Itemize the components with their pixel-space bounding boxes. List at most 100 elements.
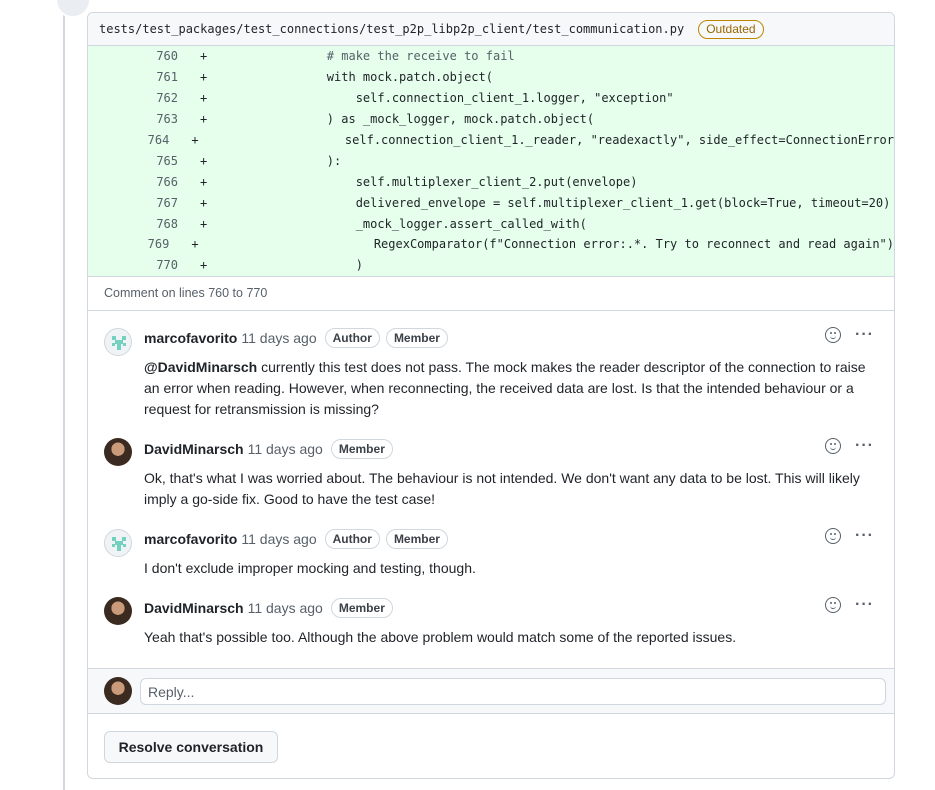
user-mention[interactable]: @DavidMinarsch (144, 359, 257, 375)
code-line: ): (269, 153, 342, 168)
diff-line: 760 + # make the receive to fail (88, 46, 894, 67)
review-comment: marcofavorito 11 days ago Author Member … (88, 527, 894, 582)
file-path[interactable]: tests/test_packages/test_connections/tes… (99, 22, 684, 36)
resolve-conversation-button[interactable]: Resolve conversation (104, 731, 278, 763)
comment-header: marcofavorito 11 days ago Author Member (144, 528, 878, 550)
comment-timestamp[interactable]: 11 days ago (241, 531, 316, 547)
comment-body: Ok, that's what I was worried about. The… (144, 469, 860, 507)
member-badge: Member (385, 327, 448, 348)
comment-timestamp[interactable]: 11 days ago (241, 330, 316, 346)
diff-line: 764 + self.connection_client_1._reader, … (88, 130, 894, 151)
line-number[interactable]: 762 (88, 91, 178, 105)
file-header: tests/test_packages/test_connections/tes… (88, 13, 894, 46)
comment-header: DavidMinarsch 11 days ago Member (144, 597, 878, 619)
code-line: self.connection_client_1.logger, "except… (269, 91, 674, 106)
diff-sign: + (200, 258, 208, 273)
line-number[interactable]: 763 (88, 112, 178, 126)
diff-sign: + (200, 216, 208, 231)
more-options-icon[interactable]: ··· (855, 326, 874, 342)
add-reaction-icon[interactable] (825, 326, 842, 343)
comment-body: @DavidMinarsch currently this test does … (144, 357, 878, 420)
avatar[interactable] (104, 437, 132, 466)
line-number[interactable]: 766 (88, 175, 178, 189)
line-number[interactable]: 761 (88, 70, 178, 84)
comment-body: I don't exclude improper mocking and tes… (144, 559, 476, 576)
more-options-icon[interactable]: ··· (855, 527, 874, 543)
comment-author[interactable]: DavidMinarsch (144, 441, 244, 457)
diff-sign: + (200, 91, 208, 106)
diff-line: 766 + self.multiplexer_client_2.put(enve… (88, 171, 894, 192)
line-number[interactable]: 765 (88, 154, 178, 168)
identicon-icon (112, 335, 126, 350)
line-number[interactable]: 770 (88, 258, 178, 272)
diff-line: 762 + self.connection_client_1.logger, "… (88, 88, 894, 109)
outdated-badge: Outdated (698, 19, 764, 39)
comment-author[interactable]: DavidMinarsch (144, 600, 244, 616)
diff-line: 770 + ) (88, 255, 894, 276)
line-number[interactable]: 764 (88, 133, 170, 147)
diff-line: 769 + RegexComparator(f"Connection error… (88, 234, 894, 255)
comment-actions: ··· (825, 527, 874, 544)
author-badge: Author (324, 528, 380, 549)
line-number[interactable]: 768 (88, 217, 178, 231)
code-line: self.multiplexer_client_2.put(envelope) (269, 174, 638, 189)
code-line: with mock.patch.object( (269, 70, 493, 85)
comment-on-lines: Comment on lines 760 to 770 (88, 275, 894, 311)
diff-sign: + (200, 70, 208, 85)
more-options-icon[interactable]: ··· (855, 596, 874, 612)
diff-line: 765 + ): (88, 150, 894, 171)
member-badge: Member (330, 438, 393, 459)
comment-author[interactable]: marcofavorito (144, 531, 237, 547)
avatar[interactable] (104, 528, 132, 557)
add-reaction-icon[interactable] (825, 437, 842, 454)
more-options-icon[interactable]: ··· (855, 437, 874, 453)
member-badge: Member (330, 597, 393, 618)
line-number[interactable]: 760 (88, 49, 178, 63)
code-line: self.connection_client_1._reader, "reade… (258, 133, 894, 147)
comment-actions: ··· (825, 326, 874, 343)
diff-sign: + (191, 237, 199, 252)
code-line: ) (269, 258, 363, 273)
code-line: ) as _mock_logger, mock.patch.object( (269, 112, 595, 127)
reply-bar (88, 668, 894, 714)
member-badge: Member (385, 528, 448, 549)
diff-sign: + (200, 153, 208, 168)
line-number[interactable]: 769 (88, 237, 170, 251)
diff-sign: + (200, 195, 208, 210)
diff-line: 761 + with mock.patch.object( (88, 67, 894, 88)
code-line: delivered_envelope = self.multiplexer_cl… (269, 195, 891, 210)
code-line: # make the receive to fail (269, 49, 515, 64)
comment-header: marcofavorito 11 days ago Author Member (144, 327, 878, 349)
author-badge: Author (324, 327, 380, 348)
comment-actions: ··· (825, 596, 874, 613)
code-line: RegexComparator(f"Connection error:.*. T… (258, 237, 894, 252)
comment-timestamp[interactable]: 11 days ago (248, 600, 323, 616)
comment-body: Yeah that's possible too. Although the a… (144, 628, 737, 645)
diff-line: 768 + _mock_logger.assert_called_with( (88, 213, 894, 234)
add-reaction-icon[interactable] (825, 596, 842, 613)
diff-sign: + (200, 112, 208, 127)
timeline-badge (55, 0, 91, 18)
timeline-line (55, 0, 91, 790)
diff-line: 767 + delivered_envelope = self.multiple… (88, 192, 894, 213)
line-number[interactable]: 767 (88, 196, 178, 210)
identicon-icon (112, 536, 126, 551)
diff-sign: + (200, 174, 208, 189)
comment-timestamp[interactable]: 11 days ago (248, 441, 323, 457)
add-reaction-icon[interactable] (825, 527, 842, 544)
comment-author[interactable]: marcofavorito (144, 330, 237, 346)
comment-header: DavidMinarsch 11 days ago Member (144, 438, 878, 460)
diff-sign: + (191, 133, 199, 147)
reply-input[interactable] (140, 678, 886, 705)
review-comment: DavidMinarsch 11 days ago Member ··· Ok,… (88, 437, 894, 513)
review-comment: marcofavorito 11 days ago Author Member … (88, 326, 894, 423)
avatar[interactable] (104, 327, 132, 356)
review-comment: DavidMinarsch 11 days ago Member ··· Yea… (88, 596, 894, 651)
diff-line: 763 + ) as _mock_logger, mock.patch.obje… (88, 109, 894, 130)
diff-sign: + (200, 49, 208, 64)
current-user-avatar (104, 677, 132, 705)
review-thread: tests/test_packages/test_connections/tes… (87, 12, 895, 779)
avatar[interactable] (104, 596, 132, 625)
diff-hunk: 760 + # make the receive to fail 761 + w… (88, 46, 894, 276)
comment-actions: ··· (825, 437, 874, 454)
